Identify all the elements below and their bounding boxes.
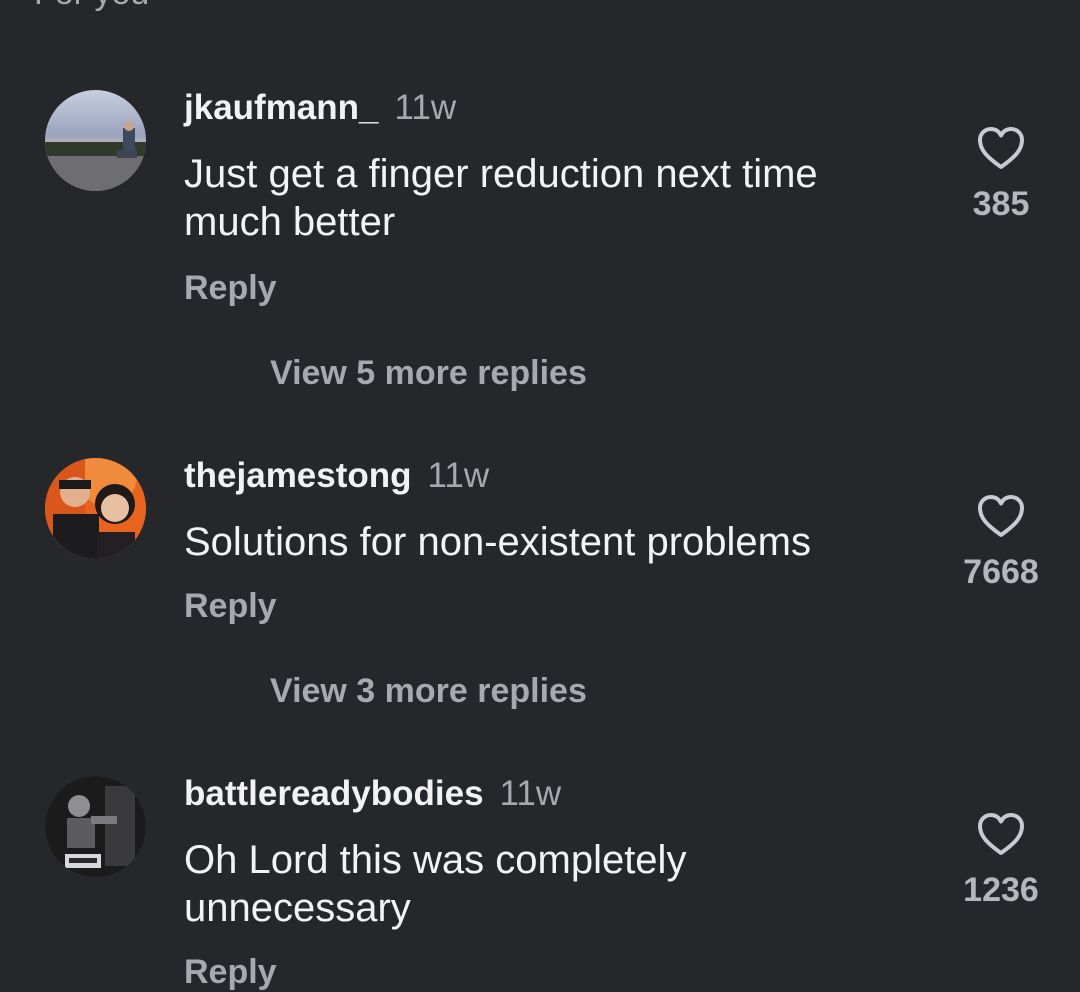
reply-button[interactable]: Reply (184, 268, 277, 308)
heart-icon[interactable] (977, 126, 1025, 170)
comment-time: 11w (499, 774, 562, 813)
avatar-image (45, 458, 146, 559)
like-count: 7668 (963, 553, 1039, 591)
reply-button[interactable]: Reply (184, 952, 277, 992)
avatar[interactable] (45, 90, 146, 191)
comment-time: 11w (394, 88, 457, 127)
reply-button[interactable]: Reply (184, 586, 277, 626)
comment-text: Solutions for non-existent problems (184, 520, 811, 564)
comment-time: 11w (427, 456, 490, 495)
avatar-image (45, 90, 146, 191)
comment-text: Just get a finger reduction next time mu… (184, 152, 818, 244)
like-count: 385 (972, 185, 1030, 223)
avatar-image (45, 776, 146, 877)
heart-icon[interactable] (977, 812, 1025, 856)
avatar[interactable] (45, 776, 146, 877)
like-control: 385 (941, 126, 1061, 224)
avatar[interactable] (45, 458, 146, 559)
comment-username[interactable]: thejamestong (184, 456, 412, 495)
view-more-replies-button[interactable]: View 5 more replies (270, 353, 587, 393)
like-control: 7668 (941, 494, 1061, 592)
like-count: 1236 (963, 871, 1039, 909)
header-partial-label: For you (34, 0, 149, 10)
heart-icon[interactable] (977, 494, 1025, 538)
like-control: 1236 (941, 812, 1061, 910)
comment-text: Oh Lord this was completely unnecessary (184, 838, 687, 930)
comment-username[interactable]: battlereadybodies (184, 774, 484, 813)
comment-username[interactable]: jkaufmann_ (184, 88, 379, 127)
view-more-replies-button[interactable]: View 3 more replies (270, 671, 587, 711)
